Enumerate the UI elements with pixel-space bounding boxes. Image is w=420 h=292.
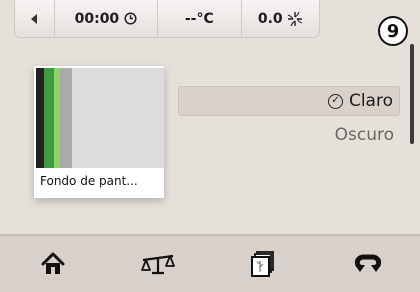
wallpaper-label: Fondo de pant... bbox=[36, 168, 164, 196]
balance-button[interactable] bbox=[105, 236, 210, 292]
chevron-left-icon bbox=[31, 13, 38, 24]
return-button[interactable] bbox=[315, 236, 420, 292]
home-icon bbox=[41, 252, 64, 274]
wallpaper-stripe bbox=[60, 68, 72, 168]
step-number-badge: 9 bbox=[378, 16, 408, 46]
clock-icon bbox=[124, 12, 137, 25]
return-icon bbox=[354, 254, 381, 272]
fan-display[interactable]: 0.0 bbox=[242, 0, 319, 37]
temperature-display[interactable]: --°C bbox=[158, 0, 242, 37]
fan-icon bbox=[287, 11, 302, 26]
option-oscuro-label: Oscuro bbox=[334, 125, 394, 145]
check-circle-icon: ✓ bbox=[327, 93, 343, 109]
home-button[interactable] bbox=[0, 236, 105, 292]
wallpaper-gallery-button[interactable] bbox=[210, 236, 315, 292]
balance-icon bbox=[140, 254, 175, 275]
back-button[interactable] bbox=[15, 0, 55, 37]
option-claro[interactable]: ✓ Claro bbox=[178, 86, 400, 116]
wallpaper-stripe bbox=[72, 68, 164, 168]
scrollbar[interactable] bbox=[410, 44, 414, 144]
wallpaper-gallery-icon bbox=[250, 251, 274, 277]
bottom-nav bbox=[0, 234, 420, 292]
wallpaper-preview bbox=[36, 68, 164, 168]
wallpaper-tile[interactable]: Fondo de pant... bbox=[34, 66, 164, 198]
clock-display[interactable]: 00:00 bbox=[55, 0, 159, 37]
wallpaper-stripe bbox=[44, 68, 54, 168]
option-oscuro[interactable]: Oscuro bbox=[178, 120, 400, 150]
time-value: 00:00 bbox=[74, 10, 120, 27]
status-bar: 00:00 --°C 0.0 bbox=[14, 0, 320, 38]
fan-value: 0.0 bbox=[257, 10, 283, 27]
temperature-value: --°C bbox=[184, 10, 214, 27]
wallpaper-stripe bbox=[36, 68, 44, 168]
option-claro-label: Claro bbox=[348, 91, 393, 111]
